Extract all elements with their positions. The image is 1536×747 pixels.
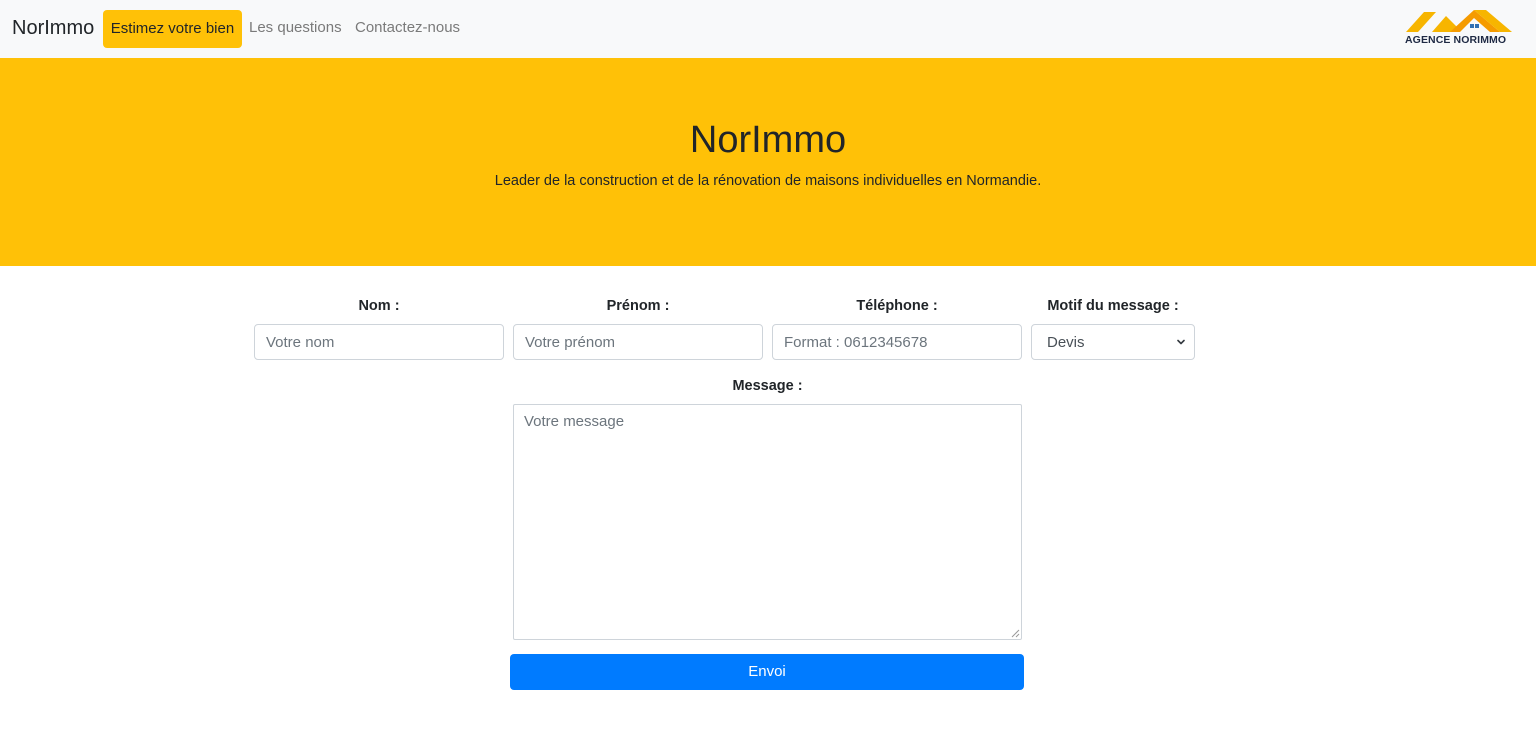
resize-grip-icon[interactable] xyxy=(1011,629,1020,638)
chevron-down-icon xyxy=(1177,339,1185,345)
logo-text: AGENCE NORIMMO xyxy=(1405,34,1507,46)
hero-banner: NorImmo Leader de la construction et de … xyxy=(0,58,1536,266)
telephone-input[interactable] xyxy=(772,324,1022,360)
nav-link-contact[interactable]: Contactez-nous xyxy=(355,18,460,38)
message-label: Message : xyxy=(732,378,803,394)
motif-label: Motif du message : xyxy=(1047,298,1179,314)
hero-subtitle: Leader de la construction et de la rénov… xyxy=(494,173,1042,189)
nom-label: Nom : xyxy=(358,298,400,314)
hero-title: NorImmo xyxy=(689,119,847,161)
prenom-input[interactable] xyxy=(513,324,763,360)
message-textarea[interactable] xyxy=(513,404,1022,640)
nav-link-estimez[interactable]: Estimez votre bien xyxy=(103,10,242,48)
nom-input[interactable] xyxy=(254,324,504,360)
prenom-label: Prénom : xyxy=(606,298,670,314)
brand-link[interactable]: NorImmo xyxy=(12,16,94,40)
nav-link-questions[interactable]: Les questions xyxy=(249,18,342,38)
submit-button[interactable]: Envoi xyxy=(510,654,1024,690)
telephone-label: Téléphone : xyxy=(856,298,938,314)
motif-selected-value: Devis xyxy=(1047,334,1085,351)
navbar: NorImmo Estimez votre bien Les questions… xyxy=(0,0,1536,58)
motif-select[interactable]: Devis xyxy=(1031,324,1195,360)
